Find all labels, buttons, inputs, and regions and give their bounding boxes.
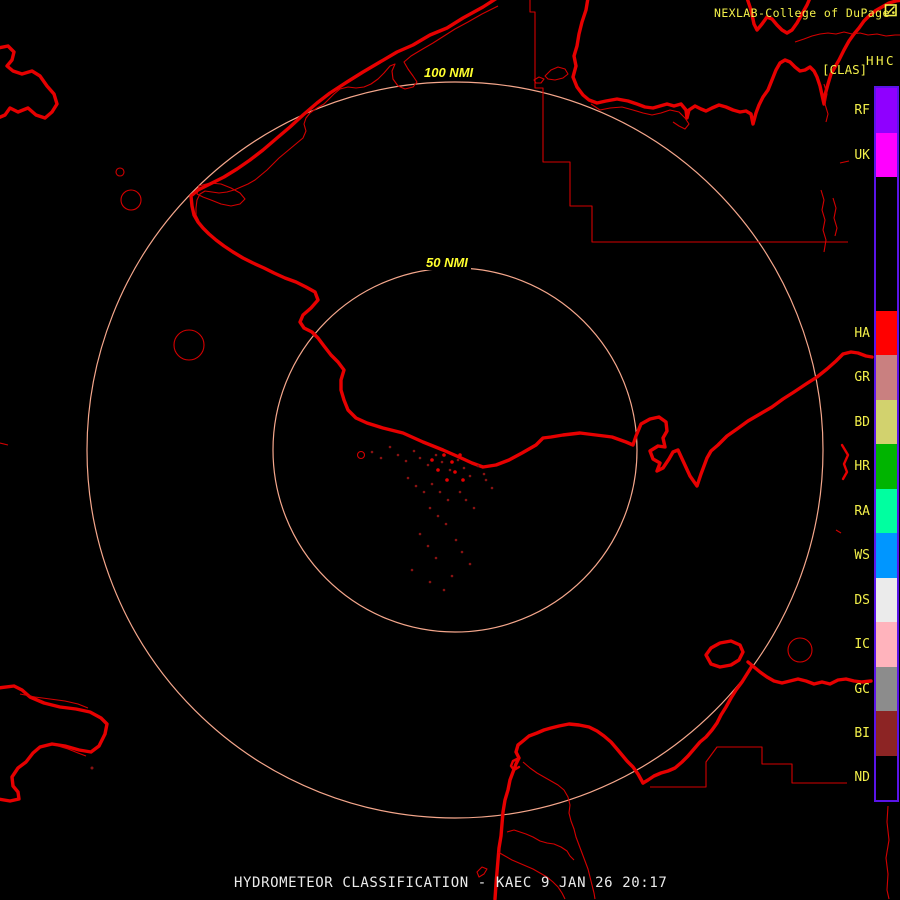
legend-label-gc: GC [854, 682, 870, 697]
legend-swatch-bi [876, 711, 897, 756]
radar-map [0, 0, 900, 900]
zone-boundary-southeast [650, 746, 847, 788]
map-circle-center [356, 450, 366, 460]
inlet-thin-3 [832, 197, 838, 237]
legend-label-nd: ND [854, 770, 870, 785]
legend-label-ws: WS [854, 548, 870, 563]
product-tag: [CLAS] [822, 62, 868, 77]
dash-right-2 [835, 529, 842, 534]
legend-swatch-ra [876, 489, 897, 533]
coastline-main [189, 0, 874, 488]
range-label-50nmi: 50 NMI [423, 255, 471, 270]
product-title: HYDROMETEOR CLASSIFICATION - KAEC 9 JAN … [234, 875, 668, 891]
inlet-thin-2 [820, 189, 827, 253]
legend-colorbar [874, 86, 899, 802]
legend-swatch-ws [876, 533, 897, 578]
legend-label-gr: GR [854, 370, 870, 385]
range-label-100nmi: 100 NMI [421, 65, 477, 80]
map-circle-nw-small [115, 167, 125, 177]
legend-swatch-ic [876, 622, 897, 667]
range-ring-50nmi [272, 267, 638, 633]
map-circle-southeast [787, 637, 813, 663]
coastline-southwest-land [0, 684, 109, 803]
coastline-southeast [746, 660, 873, 686]
island-thin-1 [544, 66, 569, 81]
shoreline-thin-bay [590, 103, 690, 130]
west-edge-dash [0, 442, 9, 446]
radar-display: NEXLAB-College of DuPage HHC [CLAS] 100 … [0, 0, 900, 900]
island-southeast [704, 639, 745, 669]
legend-label-ra: RA [854, 504, 870, 519]
map-circle-west [173, 329, 205, 361]
legend-label-uk: UK [854, 148, 870, 163]
legend-swatch-rf [876, 88, 897, 133]
map-circle-nw [120, 189, 142, 211]
coastline-southeast-branch [641, 664, 754, 785]
legend-label-ds: DS [854, 593, 870, 608]
legend-label-bi: BI [854, 726, 870, 741]
legend-label-bd: BD [854, 415, 870, 430]
product-code: HHC [866, 53, 897, 68]
coastline-west-blob [0, 44, 59, 120]
legend-swatch-ha [876, 311, 897, 355]
river-south-2 [506, 829, 575, 861]
legend-label-ha: HA [854, 326, 870, 341]
legend-swatch-bd [876, 400, 897, 444]
zone-boundary-right-edge [885, 805, 890, 900]
legend-label-hr: HR [854, 459, 870, 474]
legend-swatch-hr [876, 444, 897, 489]
legend-label-ic: IC [854, 637, 870, 652]
checkered-flag-icon [884, 3, 898, 22]
shoreline-thin-northwest [195, 5, 499, 222]
legend-swatch-gap [876, 177, 897, 311]
legend-swatch-gr [876, 355, 897, 400]
map-speckles [370, 445, 494, 592]
legend-swatch-nd [876, 756, 897, 799]
legend-swatch-ds [876, 578, 897, 622]
southwest-land-dot [90, 766, 94, 770]
legend-label-rf: RF [854, 103, 870, 118]
legend-swatch-uk [876, 133, 897, 177]
legend-swatch-gc [876, 667, 897, 711]
brand-title: NEXLAB-College of DuPage [714, 6, 890, 20]
